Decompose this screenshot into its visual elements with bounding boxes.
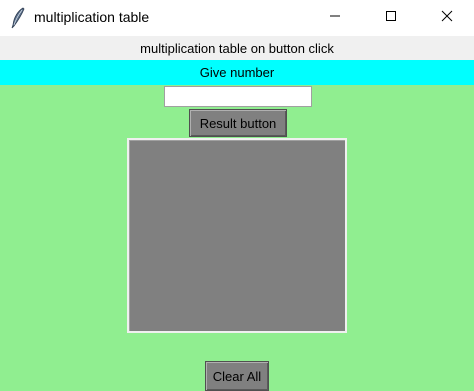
header-label: multiplication table on button click [0, 36, 474, 60]
title-bar[interactable]: multiplication table [0, 0, 474, 36]
content-area: multiplication table on button click Giv… [0, 36, 474, 391]
feather-icon [10, 7, 26, 29]
window-title: multiplication table [34, 9, 150, 25]
maximize-icon [385, 9, 397, 27]
prompt-label: Give number [0, 60, 474, 85]
maximize-button[interactable] [368, 0, 414, 36]
minimize-button[interactable] [312, 0, 358, 36]
close-icon [441, 9, 453, 27]
app-window: multiplication table multiplication tabl… [0, 0, 474, 391]
output-text-area[interactable] [127, 138, 347, 333]
result-button[interactable]: Result button [189, 109, 287, 137]
number-input[interactable] [164, 86, 312, 107]
minimize-icon [329, 9, 341, 27]
close-button[interactable] [424, 0, 470, 36]
clear-all-button[interactable]: Clear All [205, 361, 269, 391]
